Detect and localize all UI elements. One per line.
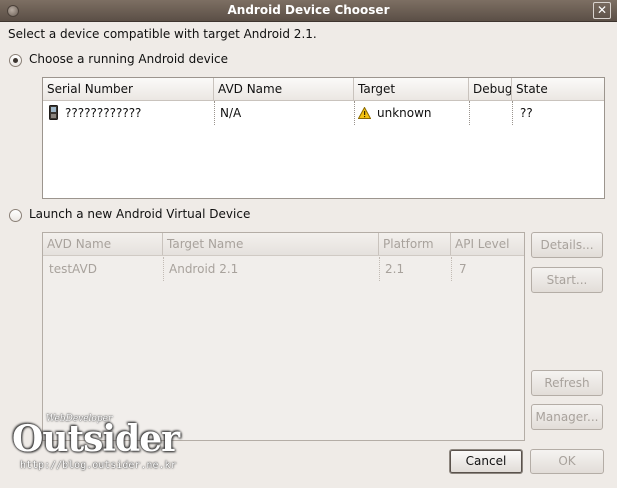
column-divider (214, 101, 215, 125)
running-device-radio[interactable] (9, 54, 22, 67)
ok-button[interactable]: OK (530, 449, 604, 474)
phone-icon (49, 105, 58, 120)
watermark-logo: Outsider (12, 418, 180, 460)
column-header-serial[interactable]: Serial Number (43, 78, 214, 100)
launch-avd-radio[interactable] (9, 209, 22, 222)
column-header-avd-name[interactable]: AVD Name (43, 233, 163, 255)
column-divider (469, 101, 470, 125)
column-header-state[interactable]: State (512, 78, 604, 100)
api-level-cell: 7 (459, 262, 467, 276)
column-header-platform[interactable]: Platform (379, 233, 451, 255)
column-header-target-name[interactable]: Target Name (163, 233, 379, 255)
avd-name-cell: testAVD (49, 262, 97, 276)
watermark-url: http://blog.outsider.ne.kr (20, 460, 177, 471)
column-divider (451, 257, 452, 281)
warning-icon (358, 107, 371, 119)
platform-cell: 2.1 (385, 262, 405, 276)
column-divider (379, 257, 380, 281)
table-header: Serial Number AVD Name Target Debug Stat… (43, 78, 604, 101)
avd-name-cell: N/A (220, 106, 242, 120)
debug-cell (471, 102, 475, 124)
table-row[interactable]: testAVD Android 2.1 2.1 7 (43, 257, 524, 281)
close-icon[interactable]: ✕ (593, 2, 611, 19)
target-cell: unknown (377, 106, 432, 120)
window-title: Android Device Chooser (227, 3, 390, 17)
column-header-debug[interactable]: Debug (469, 78, 512, 100)
title-bar: Android Device Chooser ✕ (0, 0, 617, 22)
column-divider (512, 101, 513, 125)
target-name-cell: Android 2.1 (169, 262, 239, 276)
intro-text: Select a device compatible with target A… (8, 27, 317, 41)
cancel-button[interactable]: Cancel (449, 449, 523, 474)
start-button[interactable]: Start... (531, 267, 603, 293)
table-row[interactable]: ???????????? N/A unknown ?? (43, 101, 604, 125)
avd-table[interactable]: AVD Name Target Name Platform API Level … (42, 232, 525, 441)
column-header-avd-name[interactable]: AVD Name (214, 78, 354, 100)
refresh-button[interactable]: Refresh (531, 370, 603, 396)
manager-button[interactable]: Manager... (531, 404, 603, 430)
serial-number-cell: ???????????? (65, 106, 142, 120)
details-button[interactable]: Details... (531, 232, 603, 258)
launch-avd-label[interactable]: Launch a new Android Virtual Device (29, 207, 250, 221)
table-header: AVD Name Target Name Platform API Level (43, 233, 524, 256)
running-devices-table[interactable]: Serial Number AVD Name Target Debug Stat… (42, 77, 605, 199)
column-header-api-level[interactable]: API Level (451, 233, 524, 255)
column-divider (163, 257, 164, 281)
running-device-label[interactable]: Choose a running Android device (29, 52, 228, 66)
column-divider (354, 101, 355, 125)
column-header-target[interactable]: Target (354, 78, 469, 100)
state-cell: ?? (520, 106, 533, 120)
